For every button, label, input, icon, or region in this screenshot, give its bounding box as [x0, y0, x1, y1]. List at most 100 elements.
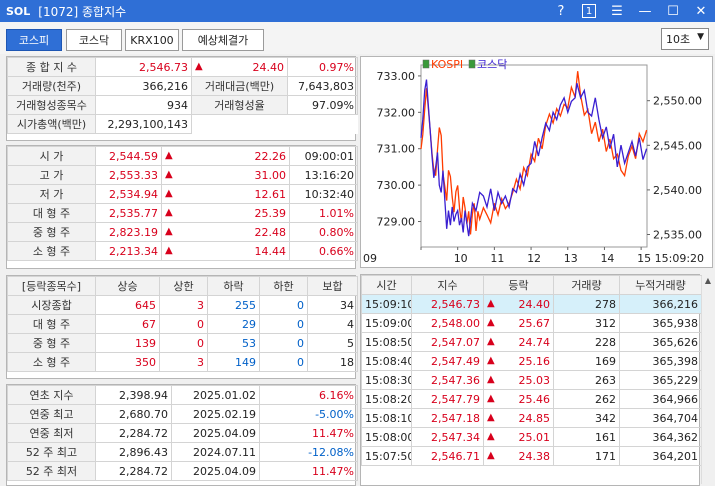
- table-row[interactable]: 15:09:10 2,546.73 ▲ 24.40 278 366,216: [361, 294, 702, 314]
- tab-krx100[interactable]: KRX100: [125, 29, 179, 51]
- tick-volume: 161: [553, 427, 620, 447]
- up-arrow-icon: ▲: [487, 316, 495, 328]
- tick-change-value: 24.85: [518, 411, 551, 425]
- price-value: 2,544.59: [95, 146, 162, 166]
- up-arrow-icon: ▲: [487, 335, 495, 347]
- tick-change-value: 25.16: [518, 354, 551, 368]
- tick-cum-volume: 365,229: [619, 370, 702, 390]
- breadth-label: 중 형 주: [7, 333, 96, 353]
- scroll-up-icon[interactable]: ▲: [702, 276, 714, 288]
- window-controls: ? 1 ☰ — ☐ ✕: [547, 0, 715, 22]
- breadth-header: 하한: [259, 276, 308, 296]
- breadth-flat: 34: [307, 295, 358, 315]
- tab-expected-price[interactable]: 예상체결가: [182, 29, 264, 51]
- series-line-kospi: [420, 71, 648, 235]
- volume-value: 366,216: [95, 76, 192, 96]
- table-row: 소 형 주 350 3 149 0 18: [7, 352, 358, 372]
- table-row: 중 형 주 139 0 53 0 5: [7, 333, 358, 353]
- up-arrow-icon: ▲: [195, 60, 203, 72]
- page-button[interactable]: 1: [575, 0, 603, 22]
- tab-kospi[interactable]: 코스피: [6, 29, 62, 51]
- yearly-label: 연초 지수: [7, 385, 96, 405]
- line-chart: 733.00 732.00 731.00 730.00 729.00 2,550.00 2,…: [363, 58, 704, 265]
- table-row[interactable]: 15:08:00 2,547.34 ▲ 25.01 161 364,362: [361, 427, 702, 447]
- table-row[interactable]: 15:07:50 2,546.71 ▲ 24.38 171 364,201: [361, 446, 702, 466]
- tick-volume: 278: [553, 294, 620, 314]
- tick-index: 2,547.49: [411, 351, 484, 371]
- tick-index: 2,546.71: [411, 446, 484, 466]
- traded-count-label: 거래형성종목수: [7, 95, 96, 115]
- legend-label: 코스닥: [477, 58, 507, 71]
- table-row: 거래량(천주) 366,216 거래대금(백만) 7,643,803: [7, 76, 358, 96]
- table-row[interactable]: 15:08:30 2,547.36 ▲ 25.03 263 365,229: [361, 370, 702, 390]
- empty-cell: [287, 114, 358, 134]
- table-row: 저 가 2,534.94 ▲ 12.61 10:32:40: [7, 184, 358, 204]
- tick-volume: 342: [553, 408, 620, 428]
- up-arrow-icon: ▲: [165, 168, 173, 180]
- breadth-down: 149: [207, 352, 260, 372]
- period-select[interactable]: 10초 ▼: [661, 28, 709, 50]
- table-row[interactable]: 15:09:00 2,548.00 ▲ 25.67 312 365,938: [361, 313, 702, 333]
- tick-time: 15:08:00: [361, 427, 412, 447]
- empty-cell: [191, 114, 288, 134]
- up-arrow-icon: ▲: [165, 187, 173, 199]
- tab-kosdaq[interactable]: 코스닥: [66, 29, 122, 51]
- help-button[interactable]: ?: [547, 0, 575, 22]
- tick-cum-volume: 365,398: [619, 351, 702, 371]
- breadth-lower: 0: [259, 352, 308, 372]
- breadth-down: 255: [207, 295, 260, 315]
- index-rate: 0.97%: [287, 57, 358, 77]
- breadth-lower: 0: [259, 295, 308, 315]
- tick-volume: 263: [553, 370, 620, 390]
- tick-cum-volume: 366,216: [619, 294, 702, 314]
- minimize-button[interactable]: —: [631, 0, 659, 22]
- menu-icon[interactable]: ☰: [603, 0, 631, 22]
- tick-cum-volume: 365,626: [619, 332, 702, 352]
- price-label: 소 형 주: [7, 241, 96, 261]
- y-left-tick-label: 730.00: [377, 179, 416, 192]
- tick-time: 15:08:20: [361, 389, 412, 409]
- tick-change: ▲ 24.40: [483, 294, 554, 314]
- table-row[interactable]: 15:08:50 2,547.07 ▲ 24.74 228 365,626: [361, 332, 702, 352]
- traded-rate-label: 거래형성율: [191, 95, 288, 115]
- price-change: ▲ 14.44: [161, 241, 290, 261]
- yearly-date: 2025.02.19: [171, 404, 260, 424]
- table-row[interactable]: 15:08:20 2,547.79 ▲ 25.46 262 364,966: [361, 389, 702, 409]
- maximize-button[interactable]: ☐: [659, 0, 687, 22]
- table-row: 대 형 주 2,535.77 ▲ 25.39 1.01%: [7, 203, 358, 223]
- ticks-scrollbar[interactable]: ▲: [701, 276, 713, 484]
- ticks-header: 누적거래량: [619, 275, 702, 295]
- up-arrow-icon: ▲: [487, 297, 495, 309]
- price-table: 시 가 2,544.59 ▲ 22.26 09:00:01 고 가 2,553.33 ▲ 31.…: [7, 146, 358, 261]
- index-change: ▲ 24.40: [191, 57, 288, 77]
- table-row: 대 형 주 67 0 29 0 4: [7, 314, 358, 334]
- breadth-down: 53: [207, 333, 260, 353]
- yearly-rate: 6.16%: [259, 385, 358, 405]
- tick-change-value: 25.03: [518, 373, 551, 387]
- title-bar: SOL [1072] 종합지수 ? 1 ☰ — ☐ ✕: [0, 0, 715, 22]
- table-row[interactable]: 15:08:10 2,547.18 ▲ 24.85 342 364,704: [361, 408, 702, 428]
- tick-change: ▲ 24.85: [483, 408, 554, 428]
- breadth-label: 시장종합: [7, 295, 96, 315]
- index-change-value: 24.40: [252, 60, 285, 74]
- breadth-upper: 3: [159, 352, 208, 372]
- marketcap-label: 시가총액(백만): [7, 114, 96, 134]
- x-tick-label: 10: [454, 252, 468, 265]
- tick-change: ▲ 25.46: [483, 389, 554, 409]
- table-row[interactable]: 15:08:40 2,547.49 ▲ 25.16 169 365,398: [361, 351, 702, 371]
- yearly-value: 2,896.43: [95, 442, 172, 462]
- price-extra: 10:32:40: [289, 184, 358, 204]
- breadth-flat: 5: [307, 333, 358, 353]
- tick-index: 2,547.36: [411, 370, 484, 390]
- yearly-panel: 연초 지수 2,398.94 2025.01.02 6.16% 연중 최고 2,680.7…: [6, 384, 358, 486]
- page-icon: 1: [582, 4, 596, 18]
- table-row: 중 형 주 2,823.19 ▲ 22.48 0.80%: [7, 222, 358, 242]
- close-button[interactable]: ✕: [687, 0, 715, 22]
- ticks-panel: 시간 지수 등락 거래량 누적거래량 15:09:10 2,546.73 ▲ 24.40 278 3…: [360, 274, 702, 486]
- breadth-header: 상한: [159, 276, 208, 296]
- table-row: 소 형 주 2,213.34 ▲ 14.44 0.66%: [7, 241, 358, 261]
- yearly-rate: -12.08%: [259, 442, 358, 462]
- summary-panel: 종 합 지 수 2,546.73 ▲ 24.40 0.97% 거래량(천주) 36…: [6, 56, 358, 141]
- y-left-tick-label: 729.00: [377, 216, 416, 229]
- tick-time: 15:08:50: [361, 332, 412, 352]
